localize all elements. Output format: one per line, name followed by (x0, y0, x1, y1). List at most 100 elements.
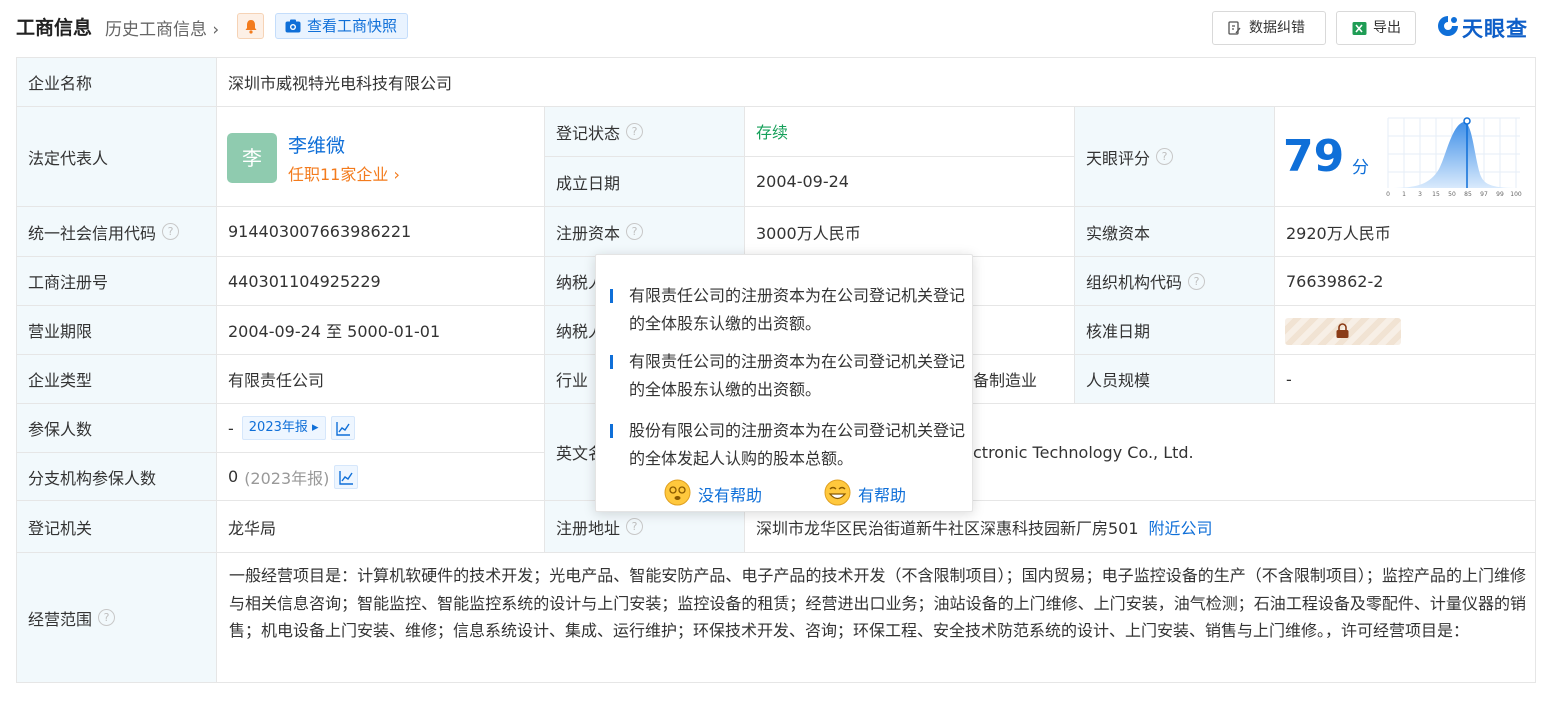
label-legal-rep: 法定代表人 (17, 107, 217, 207)
value-paid-capital: 2920万人民币 (1275, 207, 1536, 257)
label-staff-size: 人员规模 (1075, 355, 1275, 404)
axis-tick: 50 (1448, 191, 1456, 198)
legal-rep-name-link[interactable]: 李维微 (288, 131, 345, 158)
tooltip-item: 有限责任公司的注册资本为在公司登记机关登记的全体股东认缴的出资额。 (629, 352, 966, 399)
not-helpful-button[interactable]: 没有帮助 (664, 479, 763, 506)
label-reg-authority: 登记机关 (17, 501, 217, 553)
label-reg-capital-text: 注册资本 (556, 223, 621, 243)
history-label: 历史工商信息 (105, 20, 207, 40)
logo-icon (1438, 16, 1458, 36)
help-icon[interactable]: ? (98, 609, 116, 626)
not-helpful-label: 没有帮助 (698, 486, 763, 505)
value-org-code: 76639862-2 (1275, 257, 1536, 306)
tooltip-item: 股份有限公司的注册资本为在公司登记机关登记的全体发起人认购的股本总额。 (629, 421, 966, 468)
axis-tick: 97 (1480, 191, 1488, 198)
label-reg-status-text: 登记状态 (556, 123, 621, 143)
score-distribution-chart: 0 1 3 15 50 85 97 99 100 (1386, 117, 1522, 198)
value-reg-status: 存续 (745, 107, 1075, 157)
positions-label: 任职11家企业 (288, 165, 389, 184)
section-header: 工商信息 历史工商信息 › 查看工商快照 数据纠错 导出 天眼查 (0, 0, 1544, 52)
label-reg-no: 工商注册号 (17, 257, 217, 306)
help-icon[interactable]: ? (626, 518, 644, 535)
help-icon[interactable]: ? (1156, 148, 1174, 165)
nearby-companies-link[interactable]: 附近公司 (1149, 515, 1213, 539)
value-reg-no: 440301104925229 (217, 257, 545, 306)
lock-icon (1336, 323, 1349, 338)
label-org-code-text: 组织机构代码 (1086, 273, 1183, 292)
score-unit: 分 (1352, 158, 1369, 178)
label-org-code: 组织机构代码? (1075, 257, 1275, 306)
tooltip-item: 有限责任公司的注册资本为在公司登记机关登记的全体股东认缴的出资额。 (629, 286, 966, 333)
data-correction-button[interactable]: 数据纠错 (1212, 11, 1326, 45)
snapshot-button[interactable]: 查看工商快照 (275, 13, 408, 39)
value-term: 2004-09-24 至 5000-01-01 (217, 306, 545, 355)
annual-report-tag[interactable]: 2023年报 ▸ (241, 416, 326, 440)
caret-right-icon: ▸ (307, 420, 319, 435)
export-button[interactable]: 导出 (1336, 11, 1416, 45)
export-label: 导出 (1373, 20, 1401, 36)
bell-icon (245, 20, 257, 34)
value-company-type: 有限责任公司 (217, 355, 545, 404)
monitor-bell-button[interactable] (237, 13, 264, 39)
excel-icon (1352, 22, 1367, 35)
value-staff-size: - (1275, 355, 1536, 404)
helpful-button[interactable]: 有帮助 (824, 479, 907, 506)
score-value: 79 (1283, 131, 1345, 182)
trend-chart-icon (339, 470, 354, 485)
section-title: 工商信息 (16, 17, 93, 39)
dizzy-face-icon (664, 479, 691, 506)
branch-insured-note: (2023年报) (244, 468, 330, 488)
label-paid-capital: 实缴资本 (1075, 207, 1275, 257)
reg-capital-tooltip: 有限责任公司的注册资本为在公司登记机关登记的全体股东认缴的出资额。 有限责任公司… (595, 254, 973, 512)
axis-tick: 100 (1510, 191, 1522, 198)
label-approve-date: 核准日期 (1075, 306, 1275, 355)
value-reg-authority: 龙华局 (217, 501, 545, 553)
bullet-bar (610, 424, 613, 438)
chevron-right-icon: › (388, 165, 400, 184)
label-reg-capital: 注册资本? (545, 207, 745, 257)
trend-chart-button[interactable] (330, 416, 355, 440)
logo-text: 天眼查 (1462, 17, 1528, 41)
locked-value[interactable] (1285, 318, 1401, 345)
axis-tick: 3 (1418, 191, 1422, 198)
value-scope: 一般经营项目是：计算机软硬件的技术开发；光电产品、智能安防产品、电子产品的技术开… (229, 566, 1526, 640)
axis-tick: 0 (1386, 191, 1390, 198)
history-link[interactable]: 历史工商信息 › (105, 15, 219, 40)
label-term: 营业期限 (17, 306, 217, 355)
label-scope: 经营范围? (17, 553, 217, 683)
trend-chart-button[interactable] (334, 464, 359, 489)
label-company-name: 企业名称 (17, 58, 217, 107)
label-score: 天眼评分? (1075, 107, 1275, 207)
value-reg-capital: 3000万人民币 (745, 207, 1075, 257)
bullet-bar (610, 289, 613, 303)
branch-insured-cell: 0 (2023年报) (217, 453, 545, 501)
label-reg-status: 登记状态? (545, 107, 745, 157)
label-est-date: 成立日期 (545, 157, 745, 207)
help-icon[interactable]: ? (162, 223, 180, 240)
snapshot-label: 查看工商快照 (307, 17, 398, 35)
value-credit-code: 91440300766398622​1 (217, 207, 545, 257)
label-insured: 参保人数 (17, 404, 217, 453)
value-branch-insured: 0 (228, 467, 239, 486)
axis-tick: 1 (1402, 191, 1406, 198)
tianyancha-logo: 天眼查 (1436, 12, 1536, 42)
data-correction-label: 数据纠错 (1249, 20, 1305, 36)
help-icon[interactable]: ? (626, 223, 644, 240)
camera-icon (285, 19, 301, 33)
trend-chart-icon (335, 422, 350, 436)
chevron-right-icon: › (207, 20, 220, 40)
help-icon[interactable]: ? (626, 123, 644, 140)
helpful-label: 有帮助 (858, 486, 907, 505)
help-icon[interactable]: ? (1188, 272, 1206, 290)
bullet-bar (610, 355, 613, 369)
legal-rep-cell: 李 李维微 任职11家企业 › (217, 107, 545, 207)
label-branch-insured: 分支机构参保人数 (17, 453, 217, 501)
positions-link[interactable]: 任职11家企业 › (288, 161, 400, 185)
annual-report-label: 2023年报 (248, 420, 308, 435)
value-company-name: 深圳市威视特光电科技有限公司 (217, 58, 1536, 107)
avatar: 李 (227, 133, 277, 183)
axis-tick: 99 (1496, 191, 1504, 198)
label-company-type: 企业类型 (17, 355, 217, 404)
axis-tick: 85 (1464, 191, 1472, 198)
value-reg-address: 深圳市龙华区民治街道新牛社区深惠科技园新厂房501 (756, 518, 1139, 538)
